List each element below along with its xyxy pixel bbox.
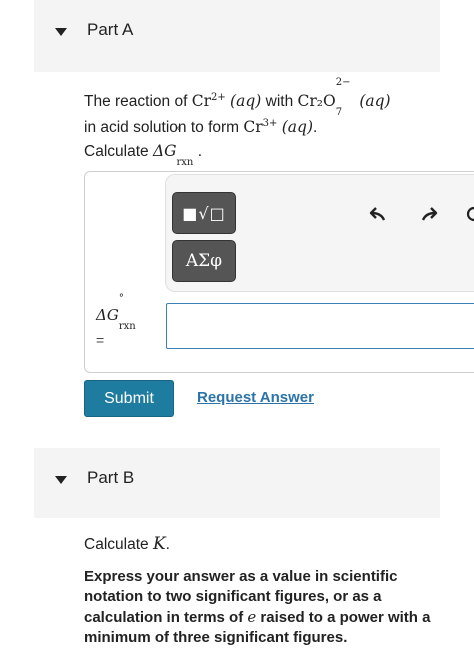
question-line-1: The reaction of Cr2+ (aq) with Cr₂O 2− 7 (… — [84, 77, 391, 119]
answer-equals: = — [96, 332, 105, 348]
part-a-header[interactable]: Part A — [34, 0, 440, 72]
greek-symbols-button[interactable]: ΑΣφ — [172, 240, 236, 282]
part-a-title: Part A — [87, 20, 134, 39]
answer-input[interactable] — [166, 303, 474, 349]
submit-button[interactable]: Submit — [84, 380, 174, 417]
templates-button[interactable]: ■√□ — [172, 192, 236, 234]
part-b-question: Calculate K. — [84, 534, 170, 554]
collapse-caret-icon[interactable] — [55, 28, 67, 36]
redo-icon[interactable] — [420, 206, 438, 222]
part-b-instructions: Express your answer as a value in scient… — [84, 568, 431, 646]
delta-g-rxn: ΔG ° rxn — [152, 126, 194, 169]
collapse-caret-icon[interactable] — [55, 476, 67, 484]
question-line-2: in acid solution to form Cr3+ (aq). — [84, 117, 318, 136]
request-answer-link[interactable]: Request Answer — [197, 389, 314, 406]
dichromate-species: Cr₂O 2− 7 — [297, 77, 351, 119]
answer-label: ΔG°rxn — [96, 294, 136, 332]
reset-icon[interactable] — [464, 206, 474, 222]
part-b-title: Part B — [87, 468, 135, 487]
undo-icon[interactable] — [369, 206, 387, 222]
cr3-species: Cr3+ — [243, 117, 278, 136]
cr2-species: Cr2+ — [191, 91, 226, 110]
question-line-3: Calculate ΔG ° rxn . — [84, 126, 203, 169]
part-b-header[interactable]: Part B — [34, 448, 440, 518]
